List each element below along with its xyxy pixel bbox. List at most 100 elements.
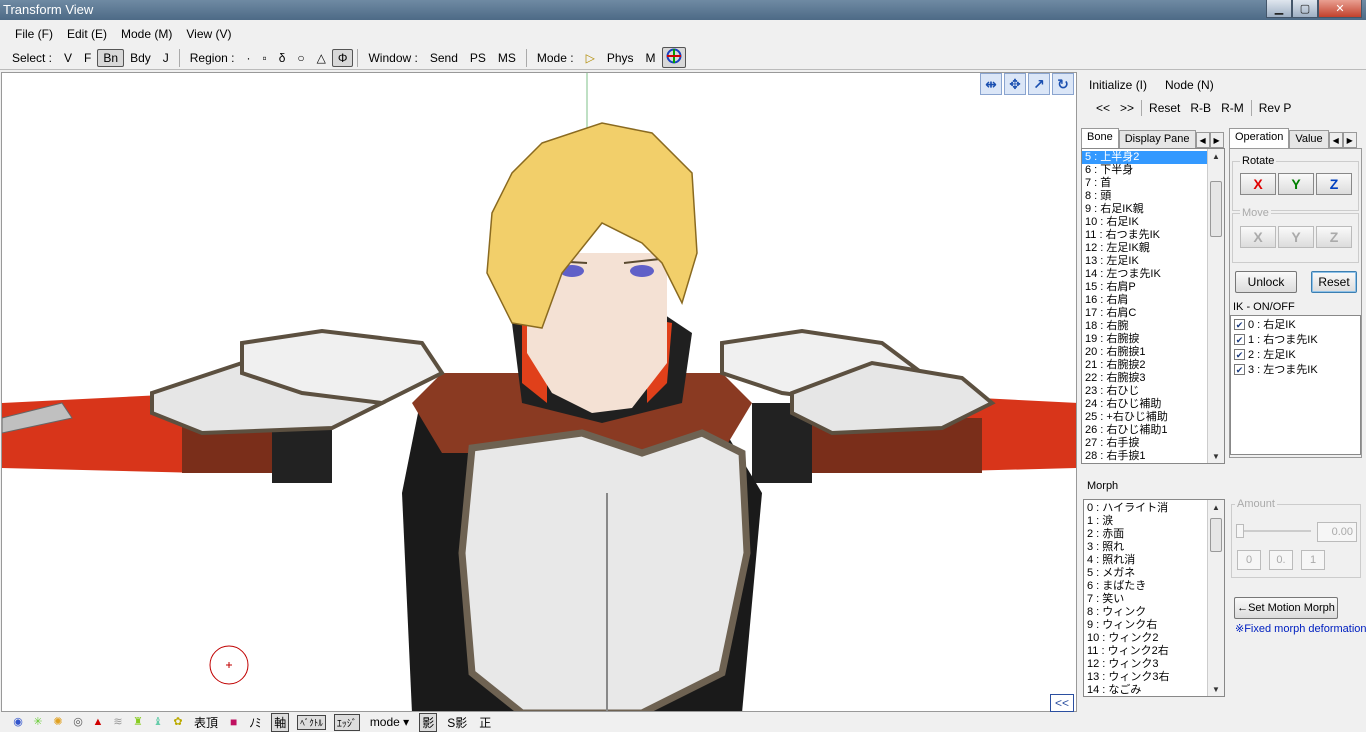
scroll-thumb[interactable] (1210, 518, 1222, 552)
rev-p-button[interactable]: Rev P (1254, 101, 1297, 115)
bone-list-item[interactable]: 15 : 右肩P (1082, 281, 1208, 294)
bone-list-item[interactable]: 24 : 右ひじ補助 (1082, 398, 1208, 411)
move-x-button[interactable]: X (1240, 226, 1276, 248)
bone-list-item[interactable]: 25 : +右ひじ補助 (1082, 411, 1208, 424)
bone-list-item[interactable]: 13 : 左足IK (1082, 255, 1208, 268)
region-phi-button[interactable]: Φ (331, 48, 354, 67)
wire-display-icon[interactable]: ≋ (112, 716, 124, 728)
close-button[interactable]: ✕ (1318, 0, 1362, 18)
ik-list[interactable]: ✔ 0 : 右足IK ✔ 1 : 右つま先IK ✔ 2 : 左足IK ✔ 3 : 左つま先IK (1230, 315, 1361, 455)
checkbox-icon[interactable]: ✔ (1234, 349, 1245, 360)
front-view-toggle[interactable]: 正 (477, 714, 493, 731)
initialize-menu[interactable]: Initialize (I) (1089, 78, 1147, 92)
bone-list-item[interactable]: 6 : 下半身 (1082, 164, 1208, 177)
menu-file[interactable]: File (F) (8, 27, 60, 41)
amount-value-field[interactable]: 0.00 (1317, 522, 1357, 542)
morph-list-item[interactable]: 1 : 涙 (1084, 515, 1208, 528)
morph-list-item[interactable]: 11 : ウィンク2右 (1084, 645, 1208, 658)
rotate-view-icon[interactable]: ↻ (1052, 73, 1074, 95)
shadow-toggle[interactable]: 影 (419, 712, 438, 732)
amount-prev-button[interactable]: 0. (1269, 550, 1293, 570)
mode-m-button[interactable]: M (640, 51, 662, 65)
reset-morph-button[interactable]: R-M (1216, 101, 1249, 115)
menu-mode[interactable]: Mode (M) (114, 27, 179, 41)
region-rect-button[interactable]: ▫ (256, 51, 272, 65)
tab-operation[interactable]: Operation (1229, 128, 1290, 148)
normal-display-icon[interactable]: ✳ (32, 716, 44, 728)
tab-value[interactable]: Value (1289, 130, 1329, 148)
select-joint-button[interactable]: J (157, 51, 175, 65)
morph-list-item[interactable]: 8 : ウィンク (1084, 606, 1208, 619)
bone-list-item[interactable]: 17 : 右肩C (1082, 307, 1208, 320)
morph-list[interactable]: 0 : ハイライト消 1 : 涙2 : 赤面 3 : 照れ 4 : 照れ消 5 : メガ… (1083, 499, 1225, 697)
bone-list-item[interactable]: 21 : 右腕捩2 (1082, 359, 1208, 372)
color-swatch-icon[interactable]: ■ (228, 715, 239, 729)
morph-list-item[interactable]: 4 : 照れ消 (1084, 554, 1208, 567)
morph-list-item[interactable]: 9 : ウィンク右 (1084, 619, 1208, 632)
bone-list-item[interactable]: 16 : 右肩 (1082, 294, 1208, 307)
body-display-icon[interactable]: ♜ (132, 716, 144, 728)
mode-dropdown[interactable]: mode ▾ (368, 715, 411, 729)
bone-list-item[interactable]: 28 : 右手捩1 (1082, 450, 1208, 463)
bone-display-icon[interactable]: ▲ (92, 716, 104, 728)
tab-left-icon[interactable]: ◀ (1328, 132, 1343, 148)
bone-list-scrollbar[interactable]: ▲ ▼ (1207, 149, 1224, 463)
unlock-button[interactable]: Unlock (1235, 271, 1297, 293)
3d-viewport[interactable]: ⇹ ✥ ↗ ↻ (1, 72, 1077, 712)
tab-left-icon[interactable]: ◀ (1195, 132, 1210, 148)
morph-list-item[interactable]: 14 : なごみ (1084, 684, 1208, 696)
scroll-down-icon[interactable]: ▼ (1208, 449, 1224, 463)
play-icon[interactable]: ▷ (580, 51, 601, 65)
morph-list-item[interactable]: 2 : 赤面 (1084, 528, 1208, 541)
ik-list-item[interactable]: ✔ 0 : 右足IK (1231, 318, 1360, 333)
amount-zero-button[interactable]: 0 (1237, 550, 1261, 570)
material-display-icon[interactable]: ✺ (52, 716, 64, 728)
menu-edit[interactable]: Edit (E) (60, 27, 114, 41)
checkbox-icon[interactable]: ✔ (1234, 334, 1245, 345)
axis-toggle[interactable]: 軸 (271, 712, 290, 732)
ik-list-item[interactable]: ✔ 2 : 左足IK (1231, 348, 1360, 363)
bone-list-item[interactable]: 20 : 右腕捩1 (1082, 346, 1208, 359)
move-y-button[interactable]: Y (1278, 226, 1314, 248)
checkbox-icon[interactable]: ✔ (1234, 319, 1245, 330)
menu-view[interactable]: View (V) (179, 27, 238, 41)
morph-list-item[interactable]: 5 : メガネ (1084, 567, 1208, 580)
select-face-button[interactable]: F (78, 51, 97, 65)
tab-right-icon[interactable]: ▶ (1209, 132, 1224, 148)
rotate-y-button[interactable]: Y (1278, 173, 1314, 195)
tab-display-pane[interactable]: Display Pane (1118, 130, 1196, 148)
ik-list-item[interactable]: ✔ 1 : 右つま先IK (1231, 333, 1360, 348)
ik-list-item[interactable]: ✔ 3 : 左つま先IK (1231, 363, 1360, 378)
bone-list-item[interactable]: 5 : 上半身2 (1082, 151, 1208, 164)
bone-list-item[interactable]: 22 : 右腕捩3 (1082, 372, 1208, 385)
window-ps-button[interactable]: PS (464, 51, 492, 65)
amount-one-button[interactable]: 1 (1301, 550, 1325, 570)
zoom-icon[interactable]: ↗ (1028, 73, 1050, 95)
window-send-button[interactable]: Send (424, 51, 464, 65)
bone-list-item[interactable]: 11 : 右つま先IK (1082, 229, 1208, 242)
morph-list-item[interactable]: 10 : ウィンク2 (1084, 632, 1208, 645)
vector-toggle[interactable]: ﾍﾞｸﾄﾙ (297, 714, 326, 730)
reset-button[interactable]: Reset (1144, 101, 1185, 115)
reset-bone-button[interactable]: R-B (1185, 101, 1216, 115)
mode-phys-button[interactable]: Phys (601, 51, 640, 65)
move-z-button[interactable]: Z (1316, 226, 1352, 248)
joint-display-icon[interactable]: ♝ (152, 716, 164, 728)
prev-button[interactable]: << (1091, 101, 1115, 115)
rotate-z-button[interactable]: Z (1316, 173, 1352, 195)
bone-list-item[interactable]: 9 : 右足IK親 (1082, 203, 1208, 216)
morph-list-item[interactable]: 13 : ウィンク3右 (1084, 671, 1208, 684)
minimize-button[interactable]: ▁ (1266, 0, 1292, 18)
morph-list-item[interactable]: 3 : 照れ (1084, 541, 1208, 554)
select-body-button[interactable]: Bdy (124, 51, 157, 65)
bone-list-item[interactable]: 10 : 右足IK (1082, 216, 1208, 229)
pan-icon[interactable]: ⇹ (980, 73, 1002, 95)
bone-list-item[interactable]: 27 : 右手捩 (1082, 437, 1208, 450)
scroll-up-icon[interactable]: ▲ (1208, 149, 1224, 163)
bone-list-item[interactable]: 18 : 右腕 (1082, 320, 1208, 333)
select-vertex-button[interactable]: V (58, 51, 78, 65)
scroll-down-icon[interactable]: ▼ (1208, 682, 1224, 696)
nomi-toggle[interactable]: ﾉﾐ (247, 714, 263, 731)
bone-list-item[interactable]: 19 : 右腕捩 (1082, 333, 1208, 346)
edge-toggle[interactable]: ｴｯｼﾞ (333, 713, 360, 731)
